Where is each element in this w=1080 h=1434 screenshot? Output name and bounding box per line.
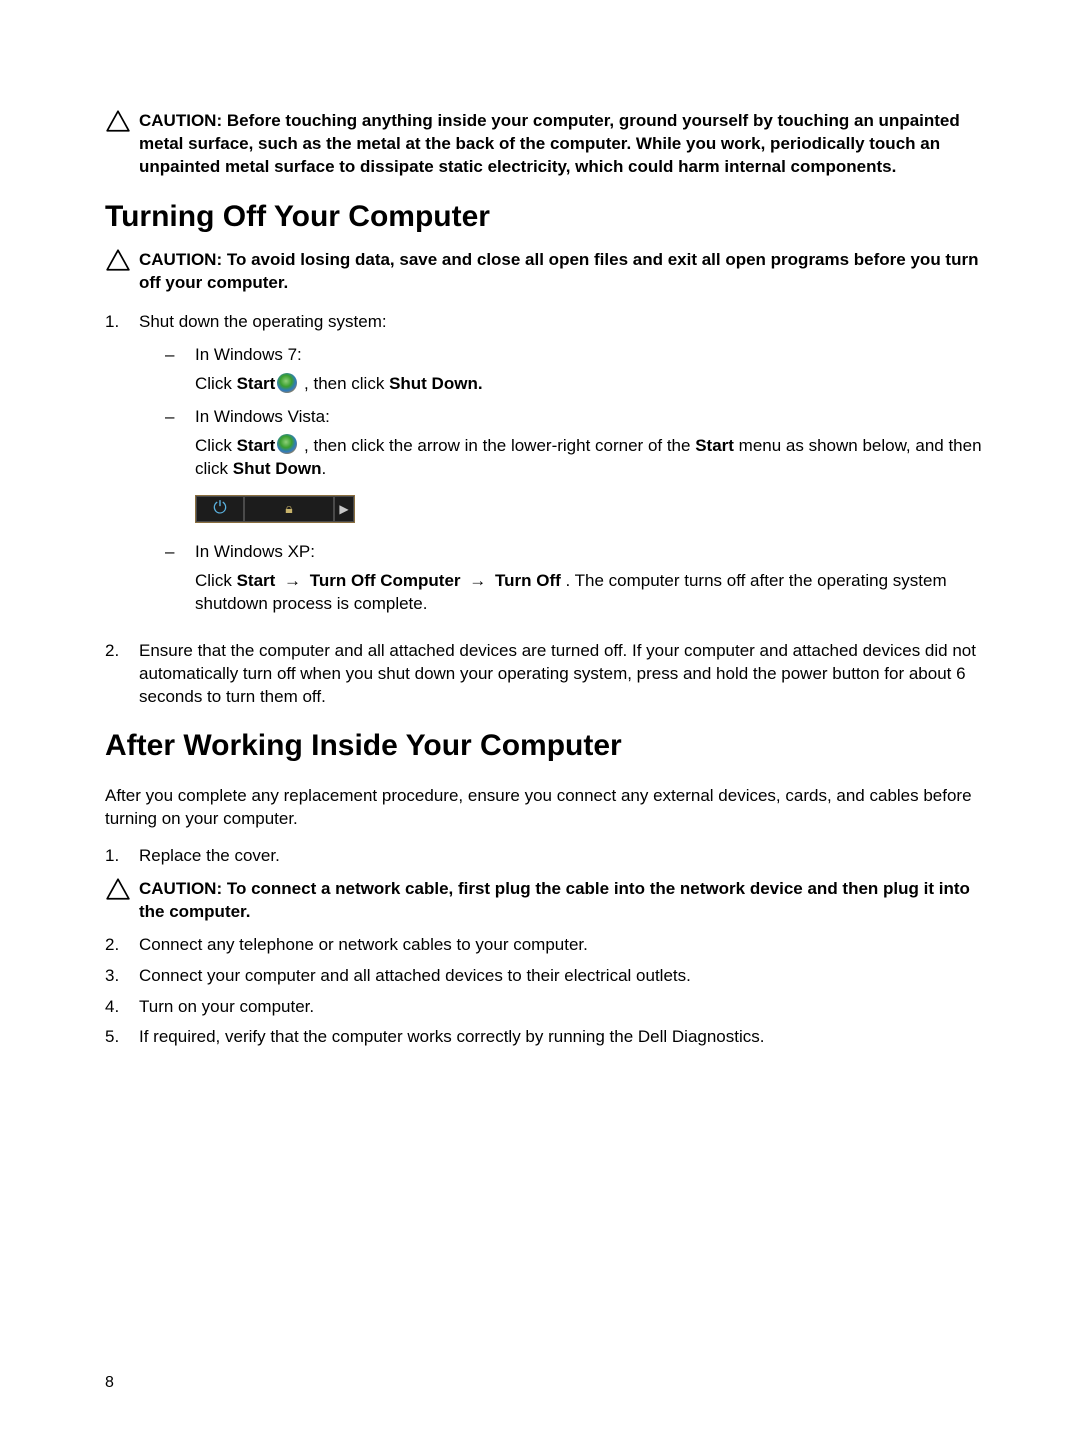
caution-static-electricity: CAUTION: Before touching anything inside… [105,110,1000,179]
list-item: 1. Replace the cover. [105,845,1000,868]
list-text: Connect your computer and all attached d… [139,965,1000,988]
list-number: 3. [105,965,139,988]
dash: – [165,541,195,564]
sublist-heading: In Windows 7: [195,344,1000,367]
sublist-heading: In Windows Vista: [195,406,1000,429]
caution-label: CAUTION: [139,879,222,898]
list-item: 2. Ensure that the computer and all atta… [105,640,1000,709]
windows-start-orb-icon [277,373,297,393]
vista-shutdown-bar-image: ⏻ 🔒︎ ▶ [195,495,355,523]
caution-body: To connect a network cable, first plug t… [139,879,970,921]
sublist-heading: In Windows XP: [195,541,1000,564]
list-number: 2. [105,934,139,957]
page-number: 8 [105,1372,114,1394]
heading-turning-off: Turning Off Your Computer [105,197,1000,238]
menu-arrow-icon: ▶ [334,496,354,522]
caution-text: CAUTION: To avoid losing data, save and … [139,249,1000,295]
list-item: 2. Connect any telephone or network cabl… [105,934,1000,957]
list-number: 4. [105,996,139,1019]
list-item: 3. Connect your computer and all attache… [105,965,1000,988]
list-number: 1. [105,311,139,625]
caution-body: To avoid losing data, save and close all… [139,250,978,292]
caution-network-cable: CAUTION: To connect a network cable, fir… [105,878,1000,924]
list-text: Connect any telephone or network cables … [139,934,1000,957]
windows-start-orb-icon [277,434,297,454]
dash: – [165,406,195,429]
caution-text: CAUTION: To connect a network cable, fir… [139,878,1000,924]
list-text: Ensure that the computer and all attache… [139,640,1000,709]
caution-icon [105,247,131,280]
power-icon: ⏻ [196,496,244,522]
list-number: 1. [105,845,139,868]
caution-body: Before touching anything inside your com… [139,111,960,176]
dash: – [165,344,195,367]
vista-instruction: Click Start , then click the arrow in th… [195,435,1000,481]
sublist-item-win7: – In Windows 7: [165,344,1000,367]
caution-text: CAUTION: Before touching anything inside… [139,110,1000,179]
list-text: Replace the cover. [139,845,1000,868]
heading-after-working: After Working Inside Your Computer [105,726,1000,767]
xp-instruction: Click Start → Turn Off Computer → Turn O… [195,570,1000,616]
intro-paragraph: After you complete any replacement proce… [105,785,1000,831]
list-item: 5. If required, verify that the computer… [105,1026,1000,1049]
ordered-list-after: 1. Replace the cover. CAUTION: To connec… [105,845,1000,1050]
list-item: 4. Turn on your computer. [105,996,1000,1019]
sublist-item-xp: – In Windows XP: [165,541,1000,564]
list-text: Turn on your computer. [139,996,1000,1019]
ordered-list-shutdown: 1. Shut down the operating system: – In … [105,311,1000,708]
list-text: Shut down the operating system: [139,312,387,331]
list-number: 2. [105,640,139,709]
caution-save-data: CAUTION: To avoid losing data, save and … [105,249,1000,295]
win7-instruction: Click Start , then click Shut Down. [195,373,1000,396]
sublist-item-vista: – In Windows Vista: [165,406,1000,429]
lock-icon: 🔒︎ [244,496,334,522]
list-text: If required, verify that the computer wo… [139,1026,1000,1049]
list-number: 5. [105,1026,139,1049]
caution-label: CAUTION: [139,250,222,269]
caution-icon [105,108,131,141]
list-item: 1. Shut down the operating system: – In … [105,311,1000,625]
caution-icon [105,876,131,909]
caution-label: CAUTION: [139,111,222,130]
